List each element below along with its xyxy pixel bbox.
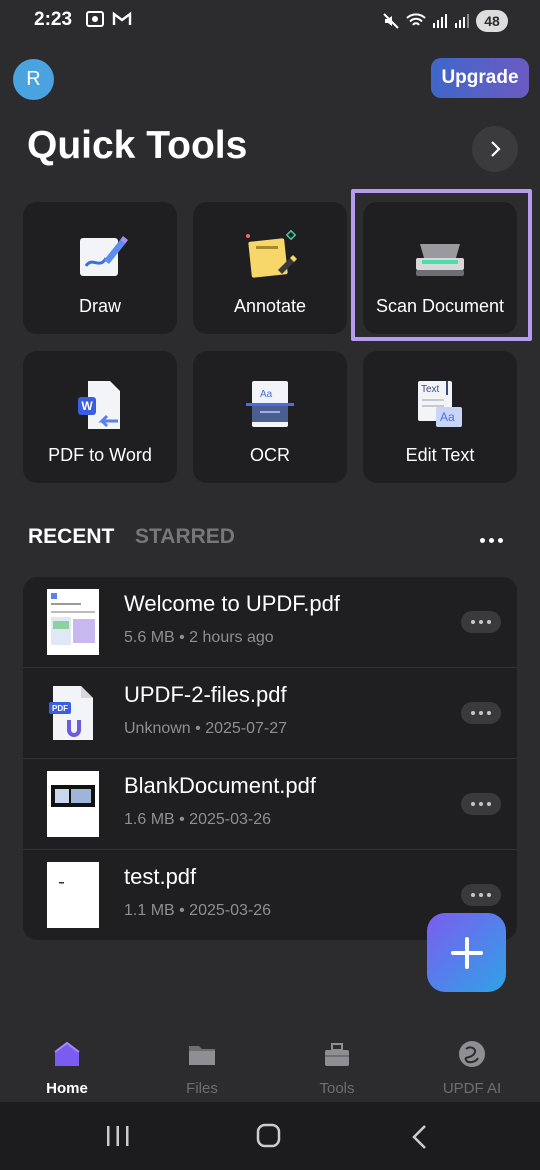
nav-label: Files — [186, 1080, 218, 1097]
battery-indicator: 48 — [476, 10, 508, 32]
home-button-icon[interactable] — [255, 1123, 283, 1149]
gmail-icon — [112, 11, 132, 25]
annotate-icon — [246, 229, 297, 278]
nav-label: Home — [46, 1080, 88, 1097]
scan-document-highlight — [351, 189, 532, 341]
plus-icon — [450, 936, 483, 969]
file-more-button[interactable] — [461, 611, 501, 633]
file-more-button[interactable] — [461, 793, 501, 815]
pdf-to-word-icon: W — [78, 381, 120, 429]
list-item[interactable]: PDF UPDF-2-files.pdf Unknown • 2025-07-2… — [23, 668, 517, 759]
updf-ai-icon — [459, 1041, 485, 1067]
tool-label: PDF to Word — [48, 445, 152, 465]
tab-recent[interactable]: RECENT — [28, 525, 114, 549]
chevron-right-icon — [491, 141, 501, 157]
file-meta: 1.1 MB • 2025-03-26 — [124, 902, 272, 919]
svg-text:Aa: Aa — [260, 389, 273, 400]
tool-draw[interactable]: Draw — [23, 202, 177, 334]
list-item[interactable]: Welcome to UPDF.pdf 5.6 MB • 2 hours ago — [23, 577, 517, 668]
status-time: 2:23 — [34, 9, 73, 30]
page-title: Quick Tools — [27, 124, 248, 167]
nav-updf-ai[interactable]: UPDF AI — [422, 1030, 522, 1097]
file-more-button[interactable] — [461, 884, 501, 906]
signal-icon-2 — [455, 14, 469, 28]
signal-icon — [433, 14, 447, 28]
status-bar: 2:23 48 — [0, 0, 540, 42]
file-thumbnail — [47, 862, 99, 928]
svg-text:Aa: Aa — [440, 410, 455, 424]
file-name: Welcome to UPDF.pdf — [124, 591, 341, 616]
nav-files[interactable]: Files — [152, 1030, 252, 1097]
pdf-file-icon: PDF — [47, 680, 99, 746]
tool-edit-text[interactable]: Text Aa Edit Text — [363, 351, 517, 483]
recent-file-list: Welcome to UPDF.pdf 5.6 MB • 2 hours ago… — [23, 577, 517, 940]
file-thumbnail — [47, 771, 99, 837]
quick-tools-more-button[interactable] — [472, 126, 518, 172]
file-meta: 5.6 MB • 2 hours ago — [124, 629, 274, 646]
edit-text-icon: Text Aa — [418, 381, 462, 427]
more-options-button[interactable] — [480, 530, 510, 550]
bottom-nav: Home Files Tools UPDF AI — [0, 1030, 540, 1102]
file-name: UPDF-2-files.pdf — [124, 682, 287, 707]
nav-tools[interactable]: Tools — [287, 1030, 387, 1097]
add-button[interactable] — [427, 913, 506, 992]
back-icon[interactable] — [410, 1124, 430, 1150]
nav-home[interactable]: Home — [17, 1030, 117, 1097]
tool-label: Edit Text — [405, 445, 475, 465]
draw-icon — [80, 236, 128, 276]
file-name: BlankDocument.pdf — [124, 773, 316, 798]
avatar-letter: R — [26, 68, 41, 90]
tool-pdf-to-word[interactable]: W PDF to Word — [23, 351, 177, 483]
svg-text:W: W — [81, 399, 93, 413]
tool-label: Draw — [78, 296, 121, 316]
tool-annotate[interactable]: Annotate — [193, 202, 347, 334]
file-meta: 1.6 MB • 2025-03-26 — [124, 811, 272, 828]
recent-apps-icon[interactable] — [105, 1124, 131, 1148]
list-item[interactable]: BlankDocument.pdf 1.6 MB • 2025-03-26 — [23, 759, 517, 850]
svg-text:Text: Text — [421, 384, 440, 395]
tool-label: OCR — [250, 445, 290, 465]
ocr-icon: Aa — [246, 381, 294, 427]
tab-starred[interactable]: STARRED — [135, 525, 235, 549]
nav-label: UPDF AI — [442, 1080, 502, 1097]
screen-record-icon — [86, 11, 104, 27]
mute-icon — [383, 13, 399, 29]
file-name: test.pdf — [124, 864, 197, 889]
toolbox-icon — [325, 1043, 349, 1066]
avatar[interactable]: R — [13, 59, 54, 100]
upgrade-button[interactable]: Upgrade — [431, 58, 529, 98]
folder-icon — [189, 1046, 215, 1065]
svg-text:PDF: PDF — [52, 704, 68, 713]
file-meta: Unknown • 2025-07-27 — [124, 720, 288, 737]
tool-label: Annotate — [233, 296, 307, 316]
wifi-icon — [406, 13, 426, 26]
tool-ocr[interactable]: Aa OCR — [193, 351, 347, 483]
nav-label: Tools — [319, 1080, 355, 1097]
file-thumbnail — [47, 589, 99, 655]
home-icon — [54, 1041, 80, 1066]
system-navigation-bar — [0, 1102, 540, 1170]
file-more-button[interactable] — [461, 702, 501, 724]
